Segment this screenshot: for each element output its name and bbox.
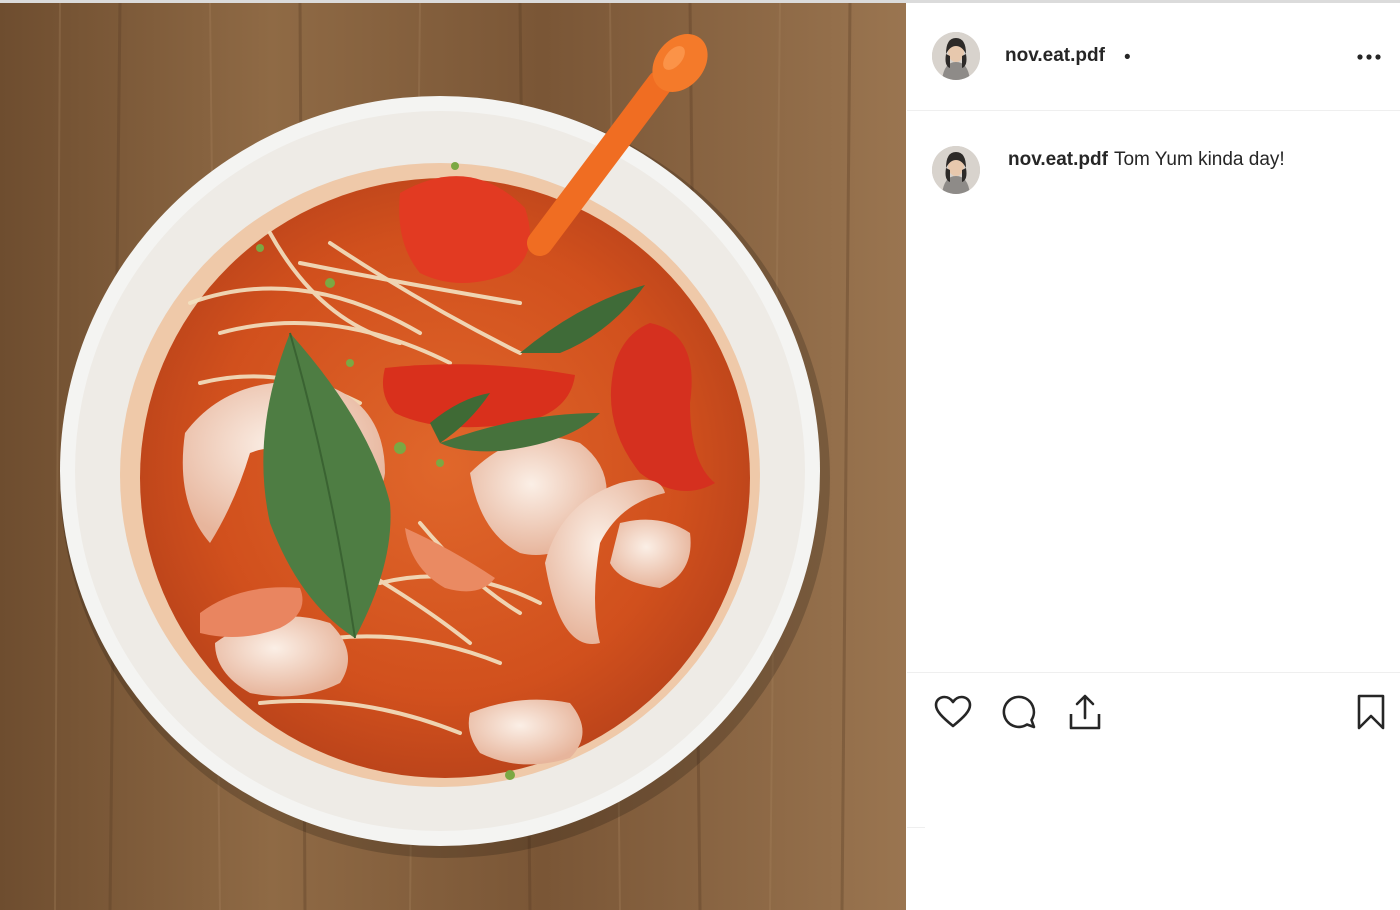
like-button[interactable]	[933, 692, 973, 732]
avatar[interactable]	[932, 32, 980, 80]
caption-username[interactable]: nov.eat.pdf	[1008, 149, 1108, 170]
post-header: nov.eat.pdf •	[907, 3, 1400, 111]
comment-button[interactable]	[999, 692, 1039, 732]
tom-yum-soup-image	[0, 3, 906, 910]
more-options-button[interactable]	[1353, 41, 1385, 73]
header-separator: •	[1124, 47, 1131, 68]
bookmark-icon	[1357, 694, 1385, 730]
heart-icon	[934, 695, 972, 728]
share-button[interactable]	[1065, 692, 1105, 732]
more-options-icon	[1357, 54, 1381, 60]
profile-picture	[932, 146, 980, 194]
caption-text: Tom Yum kinda day!	[1113, 149, 1285, 170]
profile-picture	[932, 32, 980, 80]
bottom-divider	[907, 827, 925, 828]
post-photo[interactable]	[0, 3, 906, 910]
post-sidebar: nov.eat.pdf • nov.eat.pdf Tom Yum kinda d…	[907, 3, 1400, 910]
caption-avatar[interactable]	[932, 146, 980, 194]
save-button[interactable]	[1351, 692, 1391, 732]
comment-icon	[1002, 695, 1036, 729]
post-author-username[interactable]: nov.eat.pdf	[1005, 45, 1105, 67]
caption: nov.eat.pdf Tom Yum kinda day!	[1008, 149, 1285, 171]
actions-divider	[907, 672, 1400, 673]
share-icon	[1069, 694, 1101, 730]
